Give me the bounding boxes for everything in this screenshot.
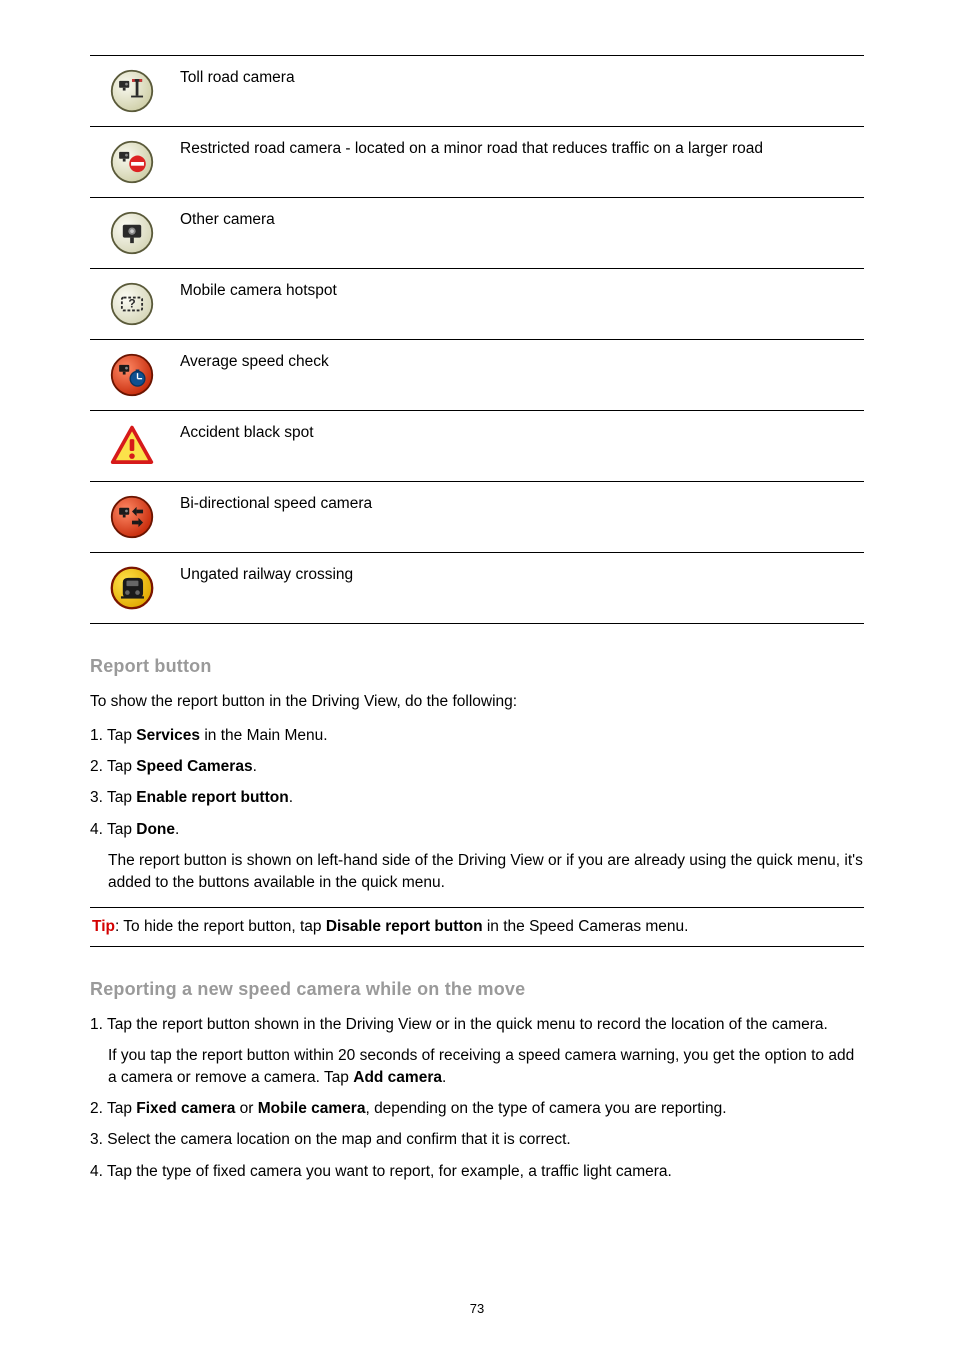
icon-cell: ? <box>90 269 174 340</box>
camera-type-label: Toll road camera <box>174 56 864 127</box>
section-heading-reporting-new: Reporting a new speed camera while on th… <box>90 979 864 1000</box>
bi-directional-speed-camera-icon <box>109 494 155 540</box>
list-item: 4. Tap the type of fixed camera you want… <box>90 1161 864 1182</box>
camera-types-table: Toll road camera <box>90 55 864 624</box>
restricted-road-camera-icon <box>109 139 155 185</box>
svg-text:?: ? <box>128 297 135 311</box>
step-text-bold: Done <box>136 821 175 838</box>
table-row: ? Mobile camera hotspot <box>90 269 864 340</box>
sub-text-after: . <box>442 1069 446 1086</box>
step-text-prefix: 2. Tap <box>90 1100 136 1117</box>
list-item: 3. Tap Enable report button. <box>90 787 864 808</box>
camera-type-label: Bi-directional speed camera <box>174 482 864 553</box>
step-text-bold: Services <box>136 727 200 744</box>
table-row: Restricted road camera - located on a mi… <box>90 127 864 198</box>
step-subparagraph: If you tap the report button within 20 s… <box>108 1045 864 1088</box>
step-text-suffix: . <box>175 821 179 838</box>
report-button-steps: 1. Tap Services in the Main Menu. 2. Tap… <box>90 725 864 893</box>
tip-text-after: in the Speed Cameras menu. <box>483 918 689 935</box>
step-text-mid: or <box>235 1100 257 1117</box>
step-text-prefix: 1. Tap <box>90 727 136 744</box>
step-text: 1. Tap the report button shown in the Dr… <box>90 1016 828 1033</box>
tip-label: Tip <box>92 918 115 935</box>
camera-type-label: Mobile camera hotspot <box>174 269 864 340</box>
camera-type-label: Average speed check <box>174 340 864 411</box>
camera-type-label: Other camera <box>174 198 864 269</box>
table-row: Ungated railway crossing <box>90 553 864 624</box>
table-row: Other camera <box>90 198 864 269</box>
icon-cell <box>90 340 174 411</box>
step-text: 4. Tap the type of fixed camera you want… <box>90 1163 672 1180</box>
camera-type-label: Ungated railway crossing <box>174 553 864 624</box>
list-item: 4. Tap Done. The report button is shown … <box>90 819 864 893</box>
table-row: Bi-directional speed camera <box>90 482 864 553</box>
other-camera-icon <box>109 210 155 256</box>
mobile-camera-hotspot-icon: ? <box>109 281 155 327</box>
step-text-bold: Mobile camera <box>258 1100 366 1117</box>
icon-cell <box>90 198 174 269</box>
tip-text-bold: Disable report button <box>326 918 483 935</box>
step-text: 3. Select the camera location on the map… <box>90 1131 571 1148</box>
step-text-suffix: . <box>253 758 257 775</box>
list-item: 1. Tap Services in the Main Menu. <box>90 725 864 746</box>
sub-text-before: If you tap the report button within 20 s… <box>108 1047 854 1085</box>
step-text-prefix: 2. Tap <box>90 758 136 775</box>
reporting-new-steps: 1. Tap the report button shown in the Dr… <box>90 1014 864 1182</box>
accident-black-spot-icon <box>109 423 155 469</box>
table-row: Accident black spot <box>90 411 864 482</box>
camera-type-label: Accident black spot <box>174 411 864 482</box>
toll-road-camera-icon <box>109 68 155 114</box>
step-text-suffix: in the Main Menu. <box>200 727 328 744</box>
camera-type-label: Restricted road camera - located on a mi… <box>174 127 864 198</box>
sub-text-bold: Add camera <box>353 1069 442 1086</box>
table-row: Average speed check <box>90 340 864 411</box>
section-heading-report-button: Report button <box>90 656 864 677</box>
step-text-suffix: , depending on the type of camera you ar… <box>365 1100 726 1117</box>
icon-cell <box>90 56 174 127</box>
step-text-prefix: 3. Tap <box>90 789 136 806</box>
list-item: 1. Tap the report button shown in the Dr… <box>90 1014 864 1088</box>
list-item: 3. Select the camera location on the map… <box>90 1129 864 1150</box>
report-button-intro: To show the report button in the Driving… <box>90 691 864 713</box>
table-row: Toll road camera <box>90 56 864 127</box>
icon-cell <box>90 482 174 553</box>
tip-text-before: : To hide the report button, tap <box>115 918 326 935</box>
tip-block: Tip: To hide the report button, tap Disa… <box>90 907 864 947</box>
list-item: 2. Tap Fixed camera or Mobile camera, de… <box>90 1098 864 1119</box>
step-text-suffix: . <box>289 789 293 806</box>
step-text-bold: Speed Cameras <box>136 758 252 775</box>
average-speed-check-icon <box>109 352 155 398</box>
step-text-bold: Fixed camera <box>136 1100 235 1117</box>
page-number: 73 <box>0 1301 954 1316</box>
icon-cell <box>90 411 174 482</box>
step-text-prefix: 4. Tap <box>90 821 136 838</box>
icon-cell <box>90 553 174 624</box>
ungated-railway-crossing-icon <box>109 565 155 611</box>
step-subparagraph: The report button is shown on left-hand … <box>108 850 864 893</box>
icon-cell <box>90 127 174 198</box>
step-text-bold: Enable report button <box>136 789 288 806</box>
list-item: 2. Tap Speed Cameras. <box>90 756 864 777</box>
